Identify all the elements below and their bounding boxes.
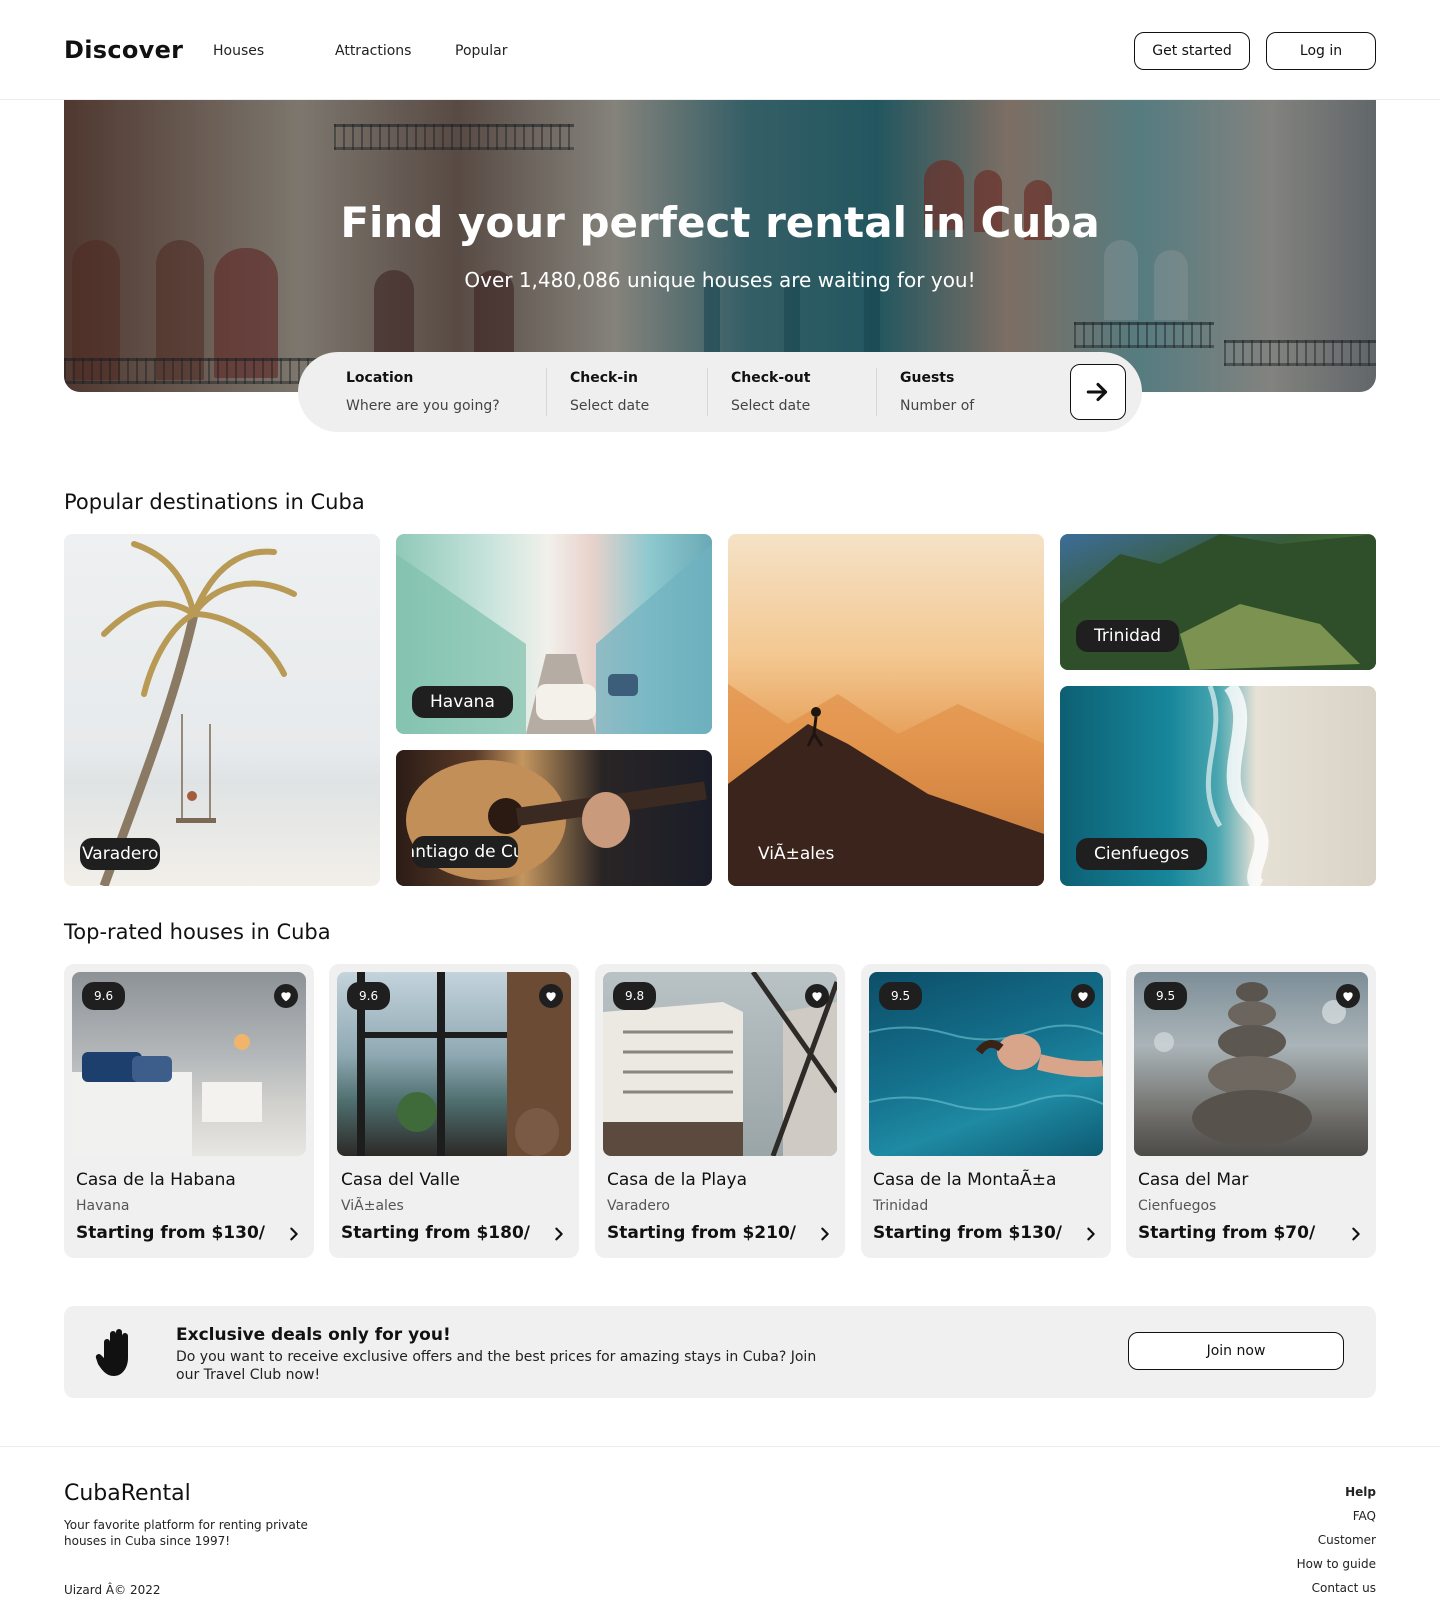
- house-price: Starting from $70/: [1138, 1223, 1316, 1243]
- destination-card-santiago-de-cuba[interactable]: Santiago de Cuba: [396, 750, 712, 886]
- destination-label-varadero: Varadero: [80, 838, 161, 870]
- checkout-field[interactable]: Check-out Select date: [731, 370, 810, 414]
- favorite-heart-icon[interactable]: [274, 984, 298, 1008]
- destination-label-cienfuegos: Cienfuegos: [1076, 838, 1208, 870]
- favorite-heart-icon[interactable]: [1336, 984, 1360, 1008]
- destination-card-varadero[interactable]: Varadero: [64, 534, 380, 886]
- rating-badge: 9.8: [613, 982, 657, 1010]
- promo-title: Exclusive deals only for you!: [176, 1325, 451, 1345]
- checkout-input[interactable]: Select date: [731, 398, 810, 414]
- destination-label-vinales: ViÃ±ales: [758, 844, 835, 864]
- logo[interactable]: Discover: [64, 36, 183, 64]
- house-price: Starting from $180/: [341, 1223, 530, 1243]
- chevron-right-icon[interactable]: [551, 1226, 567, 1242]
- houses-title: Top-rated houses in Cuba: [64, 920, 331, 944]
- search-bar: Location Where are you going? Check-in S…: [298, 352, 1142, 432]
- footer-link-guide[interactable]: How to guide: [1297, 1557, 1376, 1571]
- destination-label-santiago: Santiago de Cuba: [412, 836, 518, 868]
- destination-card-trinidad[interactable]: Trinidad: [1060, 534, 1376, 670]
- house-price: Starting from $130/: [873, 1223, 1062, 1243]
- footer-copyright: Uizard Â© 2022: [64, 1583, 161, 1597]
- nav-attractions[interactable]: Attractions: [335, 43, 411, 59]
- destination-card-vinales[interactable]: ViÃ±ales: [728, 534, 1044, 886]
- house-card[interactable]: 9.6 Casa del Valle ViÃ±ales Starting fro…: [329, 964, 579, 1258]
- location-label: Location: [346, 370, 414, 386]
- hero-banner: Find your perfect rental in Cuba Over 1,…: [64, 100, 1376, 392]
- house-card[interactable]: 9.6 Casa de la Habana Havana Starting fr…: [64, 964, 314, 1258]
- rating-badge: 9.6: [347, 982, 391, 1010]
- destination-label-trinidad: Trinidad: [1076, 620, 1180, 652]
- destination-label-havana: Havana: [412, 686, 513, 718]
- house-name: Casa de la Habana: [76, 1170, 236, 1190]
- hero-title: Find your perfect rental in Cuba: [340, 198, 1100, 247]
- footer-help-heading: Help: [1345, 1485, 1376, 1499]
- get-started-button[interactable]: Get started: [1134, 32, 1250, 70]
- promo-banner: Exclusive deals only for you! Do you wan…: [64, 1306, 1376, 1398]
- house-city: Trinidad: [873, 1198, 929, 1214]
- hero-subtitle: Over 1,480,086 unique houses are waiting…: [464, 268, 976, 292]
- chevron-right-icon[interactable]: [286, 1226, 302, 1242]
- destinations-title: Popular destinations in Cuba: [64, 490, 365, 514]
- mountain-illustration: [728, 684, 1044, 886]
- footer-link-faq[interactable]: FAQ: [1353, 1509, 1376, 1523]
- destination-card-havana[interactable]: Havana: [396, 534, 712, 734]
- palm-tree-illustration: [99, 541, 297, 886]
- login-button[interactable]: Log in: [1266, 32, 1376, 70]
- house-city: Varadero: [607, 1198, 670, 1214]
- chevron-right-icon[interactable]: [817, 1226, 833, 1242]
- house-card[interactable]: 9.5 Casa de la MontaÃ±a Trinidad Startin…: [861, 964, 1111, 1258]
- house-city: Cienfuegos: [1138, 1198, 1217, 1214]
- rating-badge: 9.5: [879, 982, 923, 1010]
- footer-link-contact[interactable]: Contact us: [1312, 1581, 1376, 1595]
- chevron-right-icon[interactable]: [1348, 1226, 1364, 1242]
- guests-field[interactable]: Guests Number of: [900, 370, 974, 414]
- house-image: 9.5: [869, 972, 1103, 1156]
- house-image: 9.6: [337, 972, 571, 1156]
- checkout-label: Check-out: [731, 370, 811, 386]
- house-name: Casa de la MontaÃ±a: [873, 1170, 1057, 1190]
- hand-icon: [95, 1329, 128, 1376]
- rating-badge: 9.6: [82, 982, 126, 1010]
- chevron-right-icon[interactable]: [1083, 1226, 1099, 1242]
- join-now-button[interactable]: Join now: [1128, 1332, 1344, 1370]
- house-price: Starting from $130/: [76, 1223, 265, 1243]
- house-name: Casa del Valle: [341, 1170, 460, 1190]
- nav-houses[interactable]: Houses: [213, 43, 264, 59]
- promo-text: Do you want to receive exclusive offers …: [176, 1349, 817, 1383]
- site-footer: CubaRental Your favorite platform for re…: [0, 1446, 1440, 1622]
- nav-popular[interactable]: Popular: [455, 43, 508, 59]
- destination-card-cienfuegos[interactable]: Cienfuegos: [1060, 686, 1376, 886]
- footer-brand: CubaRental: [64, 1481, 191, 1506]
- house-card[interactable]: 9.8 Casa de la Playa Varadero Starting f…: [595, 964, 845, 1258]
- house-image: 9.6: [72, 972, 306, 1156]
- favorite-heart-icon[interactable]: [539, 984, 563, 1008]
- house-name: Casa del Mar: [1138, 1170, 1249, 1190]
- house-name: Casa de la Playa: [607, 1170, 748, 1190]
- house-image: 9.8: [603, 972, 837, 1156]
- footer-link-customer[interactable]: Customer: [1318, 1533, 1376, 1547]
- location-input[interactable]: Where are you going?: [346, 398, 500, 414]
- guests-label: Guests: [900, 370, 955, 386]
- location-field[interactable]: Location Where are you going?: [346, 370, 500, 414]
- favorite-heart-icon[interactable]: [805, 984, 829, 1008]
- house-image: 9.5: [1134, 972, 1368, 1156]
- checkin-label: Check-in: [570, 370, 638, 386]
- house-city: Havana: [76, 1198, 130, 1214]
- rating-badge: 9.5: [1144, 982, 1188, 1010]
- site-header: Discover Houses Attractions Popular Get …: [0, 0, 1440, 100]
- house-card[interactable]: 9.5 Casa del Mar Cienfuegos Starting fro…: [1126, 964, 1376, 1258]
- house-price: Starting from $210/: [607, 1223, 796, 1243]
- search-submit-button[interactable]: [1070, 364, 1126, 420]
- favorite-heart-icon[interactable]: [1071, 984, 1095, 1008]
- checkin-field[interactable]: Check-in Select date: [570, 370, 649, 414]
- guests-input[interactable]: Number of: [900, 398, 974, 414]
- footer-tagline: Your favorite platform for renting priva…: [64, 1518, 308, 1548]
- house-city: ViÃ±ales: [341, 1198, 404, 1214]
- arrow-right-icon: [1086, 382, 1108, 402]
- checkin-input[interactable]: Select date: [570, 398, 649, 414]
